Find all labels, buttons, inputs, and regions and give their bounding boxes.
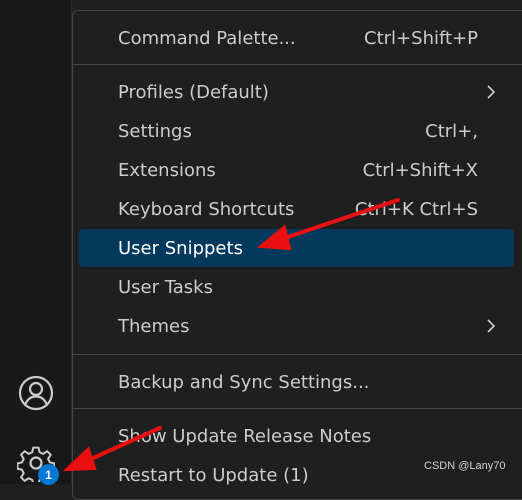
menu-item-label: Themes — [118, 315, 190, 337]
menu-item-label: Backup and Sync Settings... — [118, 371, 370, 393]
menu-item-label: Show Update Release Notes — [118, 425, 372, 447]
menu-item-user-snippets[interactable]: User Snippets — [79, 229, 514, 267]
menu-separator — [73, 64, 522, 65]
account-icon[interactable] — [17, 374, 55, 412]
chevron-right-icon — [487, 319, 496, 333]
menu-item-label: User Tasks — [118, 276, 213, 298]
menu-item-label: User Snippets — [118, 237, 243, 259]
menu-item-keybinding: Ctrl+, — [425, 120, 478, 142]
menu-item-settings[interactable]: Settings Ctrl+, — [79, 112, 522, 150]
menu-item-show-release-notes[interactable]: Show Update Release Notes — [79, 417, 522, 455]
menu-item-label: Profiles (Default) — [118, 81, 269, 103]
menu-item-backup-sync[interactable]: Backup and Sync Settings... — [79, 363, 522, 401]
menu-item-keybinding: Ctrl+K Ctrl+S — [354, 198, 478, 220]
menu-separator — [73, 408, 522, 409]
notification-badge: 1 — [38, 464, 59, 485]
menu-item-label: Restart to Update (1) — [118, 464, 309, 486]
menu-item-keybinding: Ctrl+Shift+X — [362, 159, 478, 181]
menu-item-profiles[interactable]: Profiles (Default) — [79, 73, 522, 111]
menu-item-keyboard-shortcuts[interactable]: Keyboard Shortcuts Ctrl+K Ctrl+S — [79, 190, 522, 228]
menu-item-keybinding: Ctrl+Shift+P — [364, 27, 478, 49]
watermark: CSDN @Lany70 — [424, 460, 506, 472]
menu-item-command-palette[interactable]: Command Palette... Ctrl+Shift+P — [79, 19, 522, 57]
menu-item-extensions[interactable]: Extensions Ctrl+Shift+X — [79, 151, 522, 189]
menu-separator — [73, 354, 522, 355]
menu-item-user-tasks[interactable]: User Tasks — [79, 268, 522, 306]
menu-item-themes[interactable]: Themes — [79, 307, 522, 345]
manage-context-menu: Command Palette... Ctrl+Shift+P Profiles… — [72, 10, 522, 500]
chevron-right-icon — [487, 85, 496, 99]
